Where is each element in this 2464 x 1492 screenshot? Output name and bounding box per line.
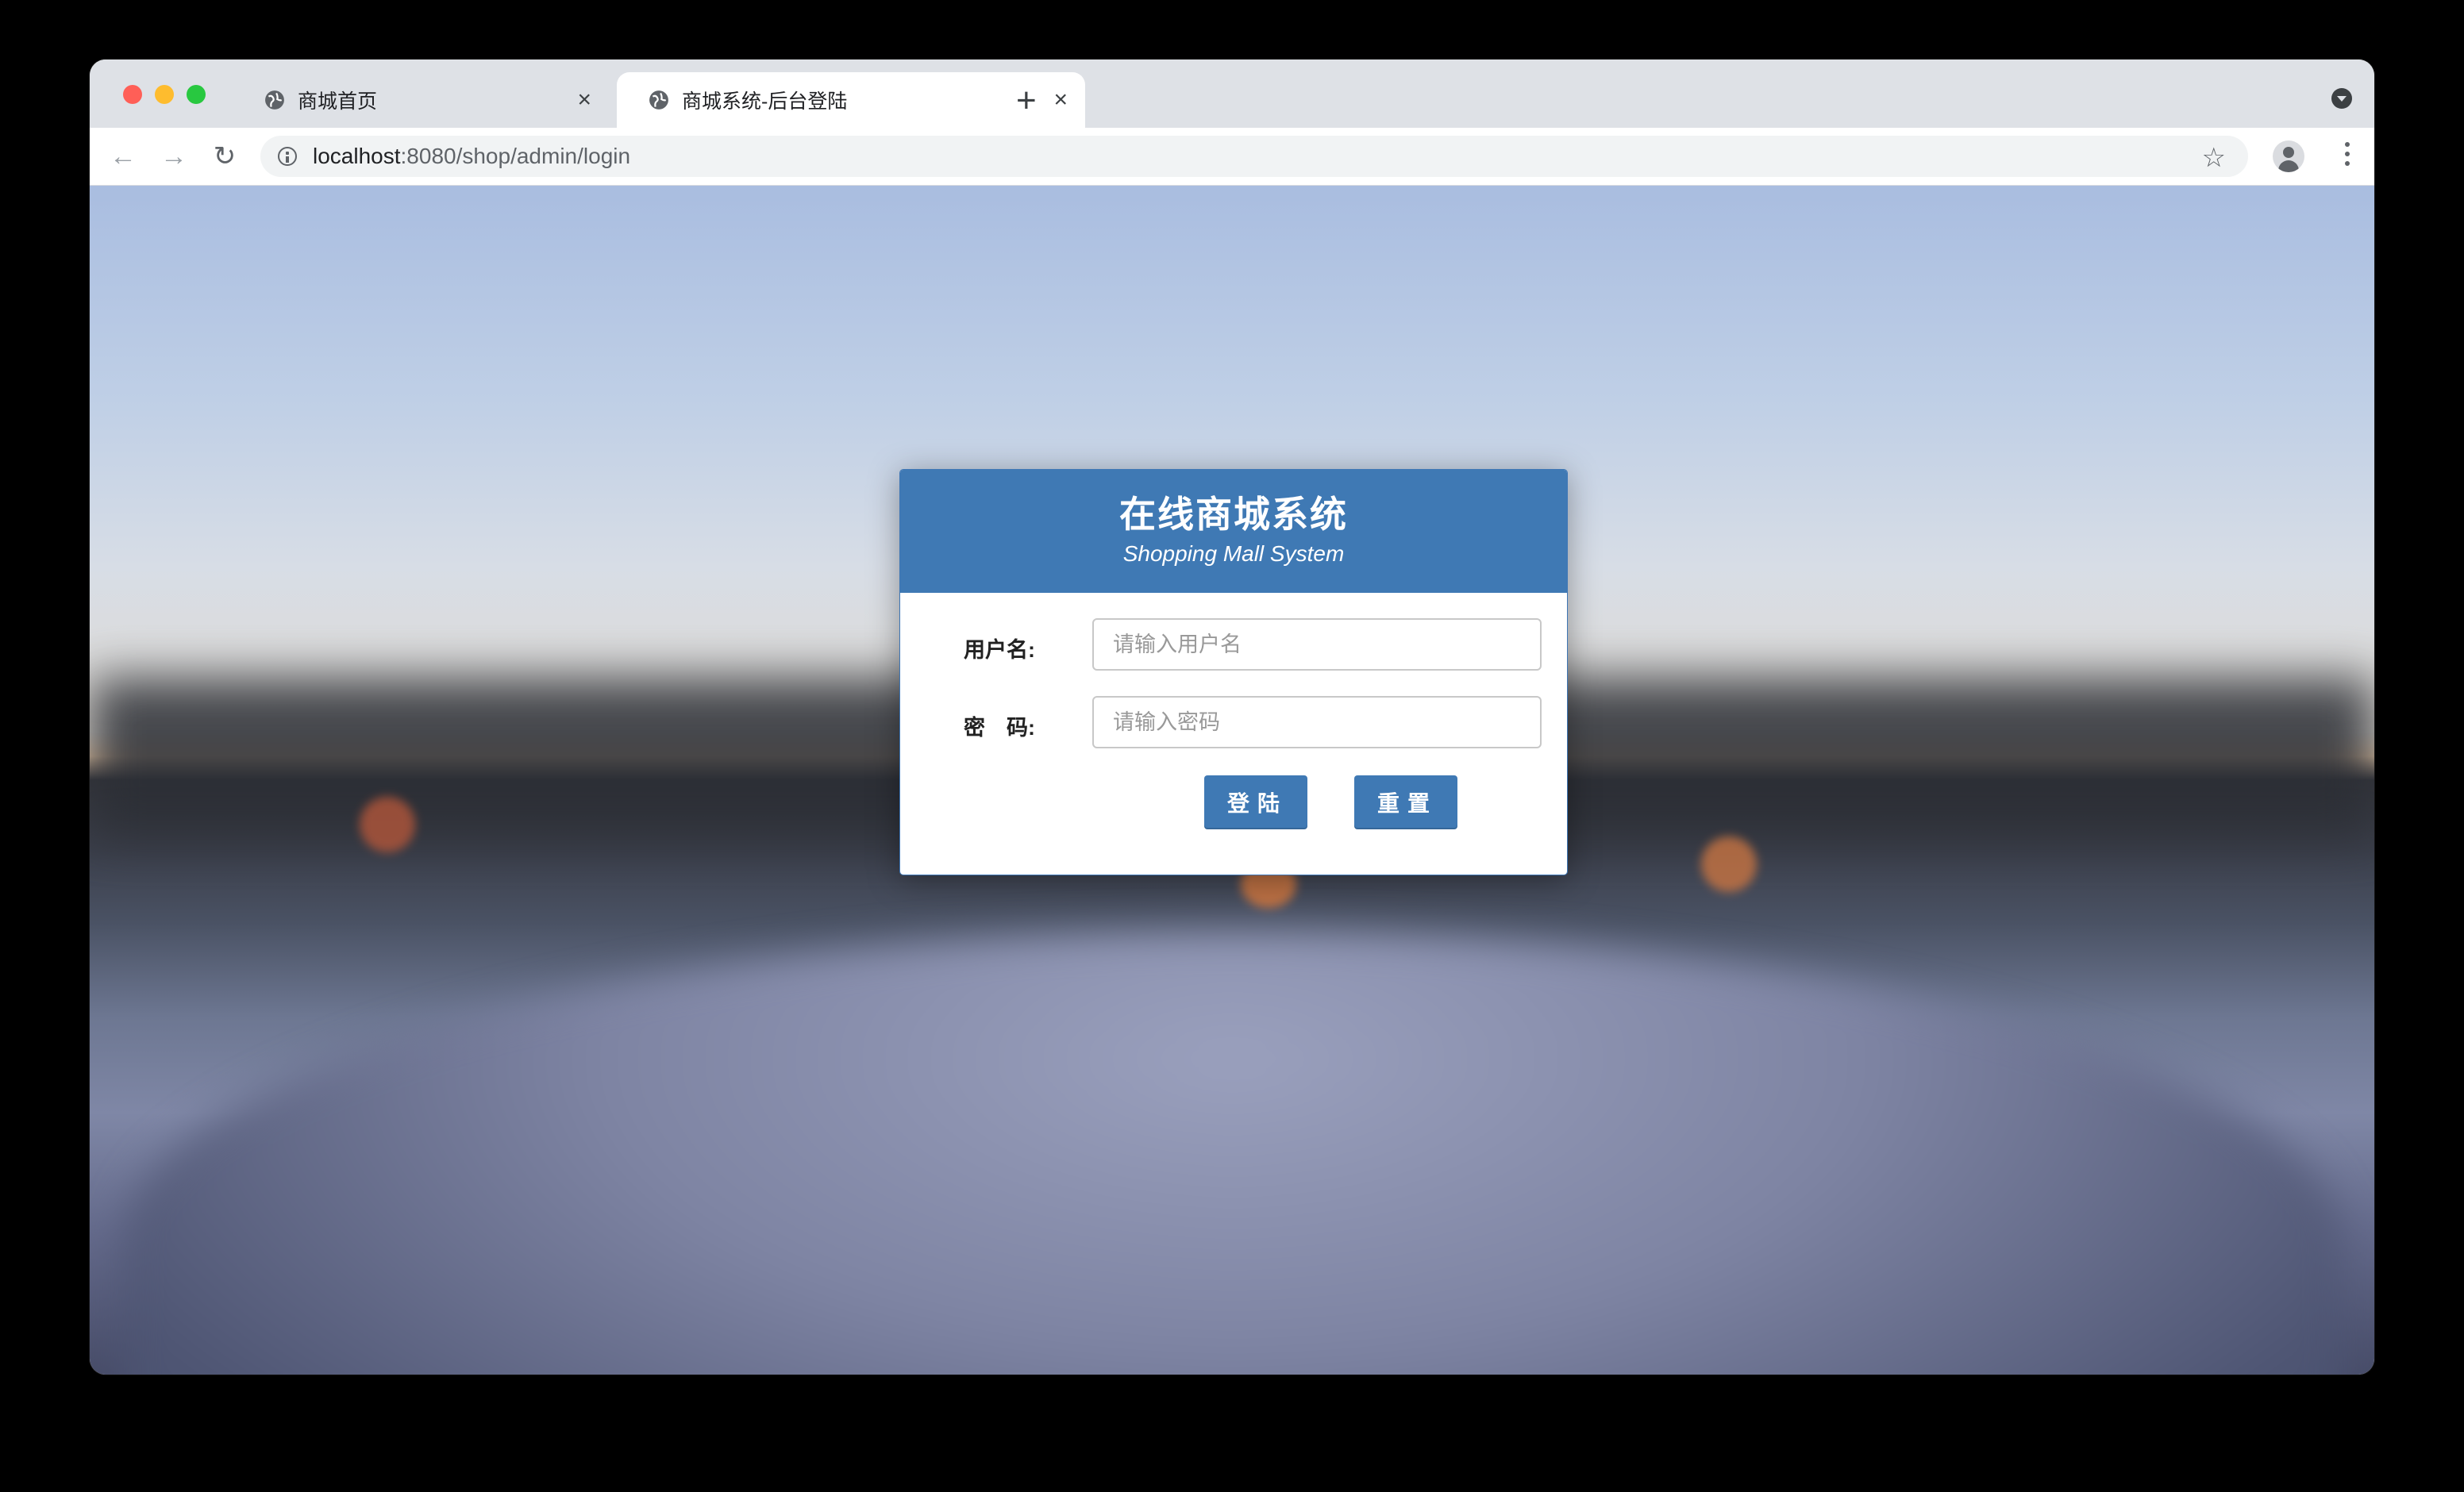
login-button[interactable]: 登陆 — [1204, 775, 1307, 829]
username-input[interactable] — [1092, 618, 1542, 671]
info-icon[interactable] — [278, 147, 297, 166]
tab-label: 商城首页 — [298, 90, 378, 113]
minimize-window-button[interactable] — [155, 85, 174, 104]
bookmark-star-icon[interactable]: ☆ — [2202, 142, 2226, 174]
password-label: 密 码: — [964, 716, 1035, 740]
tab-admin-login[interactable]: 商城系统-后台登陆 × — [617, 72, 1085, 128]
maximize-window-button[interactable] — [187, 85, 206, 104]
close-window-button[interactable] — [123, 85, 142, 104]
tab-strip: 商城首页 × 商城系统-后台登陆 × + — [90, 60, 2374, 128]
tab-label: 商城系统-后台登陆 — [682, 90, 848, 113]
username-row: 用户名: — [900, 618, 1567, 672]
password-row: 密 码: — [900, 696, 1567, 750]
new-tab-icon[interactable]: + — [1016, 83, 1037, 118]
reload-icon[interactable]: ↻ — [210, 141, 239, 171]
globe-icon — [649, 90, 668, 110]
globe-icon — [265, 90, 284, 110]
back-icon[interactable]: ← — [109, 141, 137, 171]
tab-search-icon[interactable] — [2331, 88, 2352, 109]
background-light — [1701, 836, 1757, 892]
login-header: 在线商城系统 Shopping Mall System — [900, 470, 1567, 593]
close-tab-icon[interactable]: × — [577, 87, 591, 113]
password-input[interactable] — [1092, 696, 1542, 748]
background-light — [360, 797, 415, 852]
more-menu-icon[interactable] — [2344, 142, 2350, 171]
close-tab-icon[interactable]: × — [1053, 87, 1068, 113]
profile-avatar-icon[interactable] — [2273, 140, 2304, 172]
browser-window: 商城首页 × 商城系统-后台登陆 × + ← → ↻ localhost:808… — [90, 60, 2374, 1375]
login-card: 在线商城系统 Shopping Mall System 用户名: 密 码: 登陆… — [899, 469, 1568, 875]
browser-toolbar: ← → ↻ localhost:8080/shop/admin/login ☆ — [90, 128, 2374, 186]
reset-button[interactable]: 重置 — [1354, 775, 1457, 829]
url-text[interactable]: localhost:8080/shop/admin/login — [313, 144, 630, 169]
page-title: 在线商城系统 — [1119, 494, 1348, 535]
address-bar[interactable]: localhost:8080/shop/admin/login ☆ — [260, 136, 2248, 177]
page-subtitle: Shopping Mall System — [1122, 541, 1345, 566]
background-frosted-table — [121, 932, 2344, 1375]
page-viewport: 在线商城系统 Shopping Mall System 用户名: 密 码: 登陆… — [90, 186, 2374, 1375]
forward-icon[interactable]: → — [160, 141, 188, 171]
username-label: 用户名: — [964, 638, 1035, 662]
